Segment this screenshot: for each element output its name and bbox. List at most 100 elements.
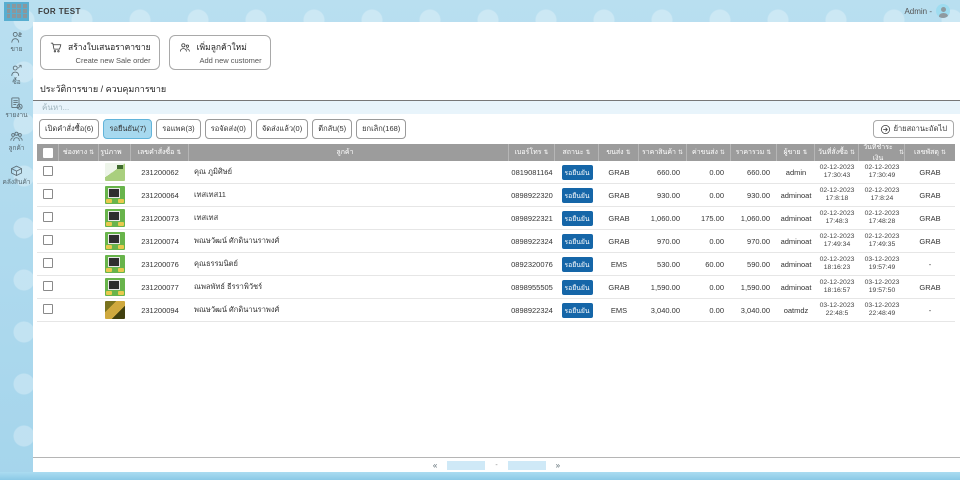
column-header[interactable]: ลูกค้า ⇅ [189,144,509,161]
row-checkbox[interactable] [43,189,53,199]
sidebar-item-label: รายงาน [5,112,28,120]
sidebar-item-reports[interactable]: รายงาน [5,96,28,120]
tracking-number: GRAB [919,190,941,200]
person-arrow-icon [11,64,22,77]
pagination: « - » [33,457,960,472]
row-checkbox[interactable] [43,258,53,268]
avatar [936,4,950,18]
tab-open-orders[interactable]: เปิดคำสั่งซื้อ(6) [39,119,100,139]
page-box-left[interactable] [447,460,486,470]
move-next-status-label: ย้ายสถานะถัดไป [893,124,947,133]
column-header[interactable]: ค่าขนส่ง ⇅ [687,144,731,161]
table-row[interactable]: 231200062 คุณ ภูมิศิษย์ 0819081164 รอยืน… [37,161,955,184]
column-header[interactable]: เลขพัสดุ ⇅ [905,144,955,161]
add-customer-button[interactable]: เพิ่มลูกค้าใหม่ Add new customer [168,35,271,70]
row-checkbox[interactable] [43,166,53,176]
shipping-fee: 0.00 [709,236,724,246]
column-header[interactable]: รูปภาพ ⇅ [99,144,131,161]
table-row[interactable]: 231200074 พณษวัฒน์ ศักดินานราพงศ์ 089892… [37,230,955,253]
move-next-status-button[interactable]: ย้ายสถานะถัดไป [872,120,954,138]
column-header[interactable]: เลขคำสั่งซื้อ ⇅ [131,144,189,161]
column-header[interactable]: สถานะ ⇅ [555,144,599,161]
column-header[interactable]: ราคาสินค้า ⇅ [639,144,687,161]
sidebar: ขาย ซื้อ รายงาน ลูกค้า คลังสินค้า [0,22,33,472]
tab-wait-pack[interactable]: รอแพค(3) [156,119,201,139]
payment-datetime: 03-12-2023 22:48:49 [864,301,900,317]
column-header-label: เบอร์โทร [514,149,542,156]
tab-cancelled[interactable]: ยกเลิก(168) [356,119,407,139]
create-sale-order-label: สร้างใบเสนอราคาขาย [68,42,151,52]
sort-icon: ⇅ [940,149,946,156]
payment-datetime: 02-12-2023 17:30:49 [864,163,900,179]
sort-icon: ⇅ [802,149,808,156]
column-header[interactable]: ผู้ขาย ⇅ [777,144,815,161]
column-header[interactable]: ช่องทาง ⇅ [59,144,99,161]
status-badge: รอยืนยัน [561,187,593,203]
tab-label: เปิดคำสั่งซื้อ(6) [45,124,94,133]
page-separator: - [495,461,498,469]
customer-name: คุณ ภูมิศิษย์ [194,167,233,176]
footer-bar [0,472,960,480]
phone-number: 0898922324 [511,236,553,246]
sort-icon: ⇅ [677,149,683,156]
table-body: 231200062 คุณ ภูมิศิษย์ 0819081164 รอยืน… [37,161,955,322]
sidebar-item-buy[interactable]: ซื้อ [9,63,24,86]
apps-grid-icon[interactable] [4,1,29,21]
row-checkbox[interactable] [43,281,53,291]
tab-wait-confirm[interactable]: รอยืนยัน(7) [103,119,153,139]
table-row[interactable]: 231200076 คุณธรรมนิตย์ 0892320076 รอยืนย… [37,253,955,276]
tab-label: จัดส่งแล้ว(0) [261,124,303,133]
create-sale-order-button[interactable]: สร้างใบเสนอราคาขาย Create new Sale order [40,35,160,70]
tab-returned[interactable]: ตีกลับ(5) [312,119,353,139]
column-header-label: ราคาสินค้า [641,149,676,156]
status-badge: รอยืนยัน [561,233,593,249]
select-all-checkbox[interactable] [42,147,53,158]
tab-shipped[interactable]: จัดส่งแล้ว(0) [255,119,309,139]
search-input[interactable] [40,102,953,113]
row-checkbox[interactable] [43,304,53,314]
status-badge: รอยืนยัน [561,256,593,272]
row-checkbox[interactable] [43,212,53,222]
order-datetime: 02-12-2023 18:16:57 [819,278,855,294]
page-box-right[interactable] [507,460,546,470]
column-header[interactable]: เบอร์โทร ⇅ [509,144,555,161]
column-header-label: ราคารวม [735,149,765,156]
arrow-circle-icon [880,124,890,134]
product-thumbnail [105,301,125,319]
tab-label: ยกเลิก(168) [362,124,401,133]
sidebar-item-label: คลังสินค้า [2,178,31,186]
tracking-number: GRAB [919,236,941,246]
column-header-label: ขนส่ง [606,149,624,156]
column-header-label: ผู้ขาย [783,149,801,156]
column-header[interactable]: ขนส่ง ⇅ [599,144,639,161]
sidebar-item-label: ลูกค้า [8,145,25,153]
tab-label: รอแพค(3) [162,124,195,133]
table-row[interactable]: 231200094 พณษวัฒน์ ศักดินานราพงศ์ 089892… [37,299,955,322]
next-page-button[interactable]: » [556,461,560,470]
table-row[interactable]: 231200073 เทสเทส 0898922321 รอยืนยัน GRA… [37,207,955,230]
column-header[interactable]: วันที่สั่งซื้อ ⇅ [815,144,859,161]
payment-datetime: 03-12-2023 19:57:49 [864,255,900,271]
table-header-row: ช่องทาง ⇅ รูปภาพ ⇅ เลขคำสั่งซื้อ ⇅ [37,144,955,161]
total-price: 930.00 [747,190,770,200]
sidebar-item-customers[interactable]: ลูกค้า [8,129,25,153]
table-row[interactable]: 231200077 ณพลพัทธ์ ธีรราพิวัชร์ 08989555… [37,276,955,299]
user-menu[interactable]: Admin - [904,4,950,18]
sort-icon: ⇅ [543,149,549,156]
shipping-carrier: GRAB [608,282,630,292]
prev-page-button[interactable]: « [433,461,437,470]
shipping-carrier: EMS [610,259,628,269]
column-header[interactable]: ราคารวม ⇅ [731,144,777,161]
seller: adminoat [780,213,812,223]
breadcrumb: ประวัติการขาย / ควบคุมการขาย [33,80,960,101]
tracking-number: GRAB [919,167,941,177]
row-checkbox[interactable] [43,235,53,245]
sidebar-item-warehouse[interactable]: คลังสินค้า [2,163,31,186]
product-price: 1,060.00 [650,213,680,223]
top-bar: FOR TEST Admin - [0,0,960,22]
tracking-number: - [928,305,932,315]
column-header[interactable]: วันที่ชำระเงิน ⇅ [859,144,905,161]
tab-wait-ship[interactable]: รอจัดส่ง(0) [204,119,252,139]
table-row[interactable]: 231200064 เทสเทส11 0898922320 รอยืนยัน G… [37,184,955,207]
sidebar-item-sell[interactable]: ขาย [9,30,24,53]
